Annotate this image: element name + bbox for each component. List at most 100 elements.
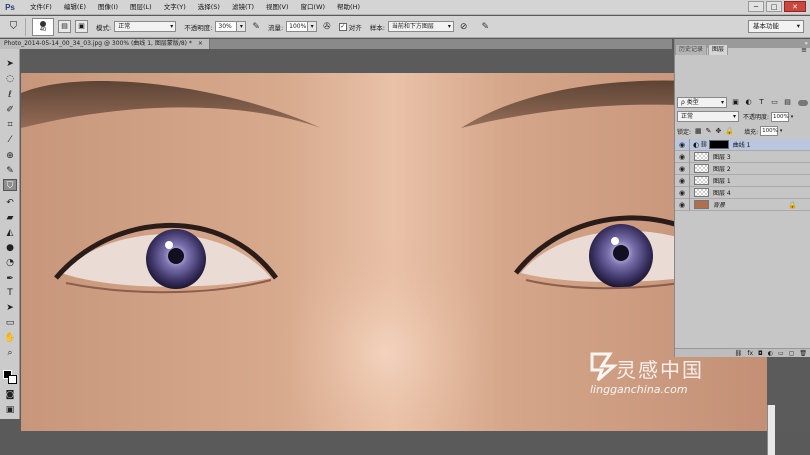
clone-source-panel-icon[interactable]: ▣ [75, 20, 88, 33]
menu-help[interactable]: 帮助(H) [331, 0, 366, 15]
zoom-tool-icon[interactable]: ⌕ [3, 347, 17, 359]
filter-kind-select[interactable]: ρ 类型 [677, 97, 727, 108]
tab-history[interactable]: 历史记录 [675, 44, 708, 55]
visibility-eye-icon[interactable]: ◉ [677, 153, 687, 161]
filter-toggle[interactable] [798, 99, 808, 106]
marquee-tool-icon[interactable]: ◌ [3, 73, 17, 85]
layer-opacity-input[interactable]: 100% [771, 111, 790, 122]
brush-panel-icon[interactable]: ▤ [58, 20, 71, 33]
brush-tool-icon[interactable]: ✎ [3, 165, 17, 177]
clone-stamp-icon: ⛉ [9, 21, 18, 32]
lasso-tool-icon[interactable]: ℓ [3, 89, 17, 101]
history-brush-tool-icon[interactable]: ↶ [3, 197, 17, 209]
tool-preset-picker[interactable]: ⛉ [2, 17, 26, 36]
type-filter-icon[interactable]: T [757, 98, 766, 107]
layer-row-layer-3[interactable]: ◉ 图层 3 [675, 150, 810, 163]
blur-tool-icon[interactable]: ● [3, 242, 17, 254]
smart-object-filter-icon[interactable]: ▤ [783, 98, 792, 107]
visibility-eye-icon[interactable]: ◉ [677, 189, 687, 197]
adjustment-icon[interactable]: ◐ [768, 349, 773, 358]
layer-row-layer-4[interactable]: ◉ 图层 4 [675, 186, 810, 199]
quick-mask-icon[interactable]: ◙ [3, 389, 17, 401]
new-layer-icon[interactable]: ▢ [789, 349, 795, 358]
layer-row-layer-2[interactable]: ◉ 图层 2 [675, 162, 810, 175]
trash-icon[interactable]: 🗑 [799, 349, 807, 358]
dodge-tool-icon[interactable]: ◔ [3, 257, 17, 269]
mode-select[interactable]: 正常 [114, 21, 177, 32]
lock-image-icon[interactable]: ✎ [706, 126, 712, 136]
document-tab[interactable]: Photo_2014-05-14_00_34_03.jpg @ 300% (曲线… [0, 39, 210, 49]
menu-window[interactable]: 窗口(W) [295, 0, 332, 15]
visibility-eye-icon[interactable]: ◉ [677, 165, 687, 173]
group-icon[interactable]: ▭ [778, 349, 784, 358]
layer-mask-thumbnail[interactable] [708, 140, 729, 149]
mask-icon[interactable]: ◘ [758, 349, 763, 358]
move-tool-icon[interactable]: ➤ [3, 58, 17, 70]
rectangle-tool-icon[interactable]: ▭ [3, 317, 17, 329]
hand-tool-icon[interactable]: ✋ [3, 332, 17, 344]
crop-tool-icon[interactable]: ⌗ [3, 119, 17, 131]
sample-select[interactable]: 当前和下方图层 [387, 21, 454, 32]
restore-button[interactable]: □ [766, 1, 782, 12]
lock-position-icon[interactable]: ✥ [716, 126, 722, 136]
menu-layer[interactable]: 图层(L) [124, 0, 158, 15]
lock-row: 锁定: ▦ ✎ ✥ 🔒 填充: 100% ▾ [677, 125, 809, 137]
eraser-tool-icon[interactable]: ▰ [3, 212, 17, 224]
layer-row-layer-1[interactable]: ◉ 图层 1 [675, 174, 810, 187]
ignore-adjustment-icon[interactable]: ⊘ [460, 22, 468, 32]
flow-dropdown-arrow[interactable]: ▾ [308, 21, 318, 32]
eyedropper-tool-icon[interactable]: ⁄ [3, 134, 17, 146]
panel-menu-icon[interactable]: ≡ [801, 46, 807, 54]
adjustment-filter-icon[interactable]: ◐ [744, 98, 753, 107]
quick-select-tool-icon[interactable]: ✐ [3, 104, 17, 116]
pressure-size-icon[interactable]: ✎ [481, 22, 489, 32]
gradient-tool-icon[interactable]: ◭ [3, 227, 17, 239]
opacity-label: 不透明度: [184, 23, 213, 32]
pixel-filter-icon[interactable]: ▣ [731, 98, 740, 107]
menu-image[interactable]: 图像(I) [92, 0, 124, 15]
fill-input[interactable]: 100% [760, 126, 779, 136]
visibility-eye-icon[interactable]: ◉ [677, 141, 687, 149]
airbrush-icon[interactable]: ✇ [323, 22, 331, 32]
layer-name: 图层 4 [713, 190, 731, 197]
shape-filter-icon[interactable]: ▭ [770, 98, 779, 107]
pressure-opacity-icon[interactable]: ✎ [252, 22, 260, 32]
background-color-swatch[interactable] [8, 375, 17, 384]
workspace-select[interactable]: 基本功能 [748, 20, 804, 33]
fill-arrow[interactable]: ▾ [778, 126, 784, 136]
blend-mode-select[interactable]: 正常 [677, 111, 739, 122]
flow-input[interactable]: 100% [286, 21, 309, 32]
menu-file[interactable]: 文件(F) [24, 0, 58, 15]
opacity-dropdown-arrow[interactable]: ▾ [237, 21, 247, 32]
menu-filter[interactable]: 滤镜(T) [226, 0, 260, 15]
close-button[interactable]: ✕ [784, 1, 806, 12]
tab-layers[interactable]: 图层 [708, 44, 729, 55]
vertical-scrollbar[interactable] [767, 405, 775, 455]
lock-all-icon[interactable]: 🔒 [725, 126, 734, 136]
menu-type[interactable]: 文字(Y) [158, 0, 192, 15]
clone-stamp-tool-icon[interactable]: ⛉ [3, 179, 17, 191]
minimize-button[interactable]: ─ [748, 1, 764, 12]
lock-transparent-icon[interactable]: ▦ [695, 126, 702, 136]
visibility-eye-icon[interactable]: ◉ [677, 177, 687, 185]
type-tool-icon[interactable]: T [3, 287, 17, 299]
opacity-input[interactable]: 30% [215, 21, 238, 32]
menu-select[interactable]: 选择(S) [192, 0, 226, 15]
link-chain-icon[interactable]: ⛓ [700, 141, 708, 148]
flow-label: 流量: [267, 23, 284, 32]
path-select-tool-icon[interactable]: ➤ [3, 302, 17, 314]
menu-view[interactable]: 视图(V) [260, 0, 295, 15]
pen-tool-icon[interactable]: ✒ [3, 273, 17, 285]
layer-row-curves-1[interactable]: ◉ ◐ ⛓ 曲线 1 [675, 138, 810, 151]
brush-preset-picker[interactable]: 40 [32, 17, 54, 36]
layer-row-background[interactable]: ◉ 背景 🔒 [675, 198, 810, 211]
aligned-checkbox[interactable]: ✓ [338, 22, 347, 31]
tab-close-icon[interactable]: × [198, 40, 203, 47]
spot-healing-tool-icon[interactable]: ⊕ [3, 150, 17, 162]
visibility-eye-icon[interactable]: ◉ [677, 201, 687, 209]
screen-mode-icon[interactable]: ▣ [3, 404, 17, 416]
menu-edit[interactable]: 编辑(E) [58, 0, 92, 15]
layer-thumbnail [694, 152, 709, 161]
layer-thumbnail [694, 188, 709, 197]
layer-opacity-arrow[interactable]: ▾ [789, 112, 795, 122]
